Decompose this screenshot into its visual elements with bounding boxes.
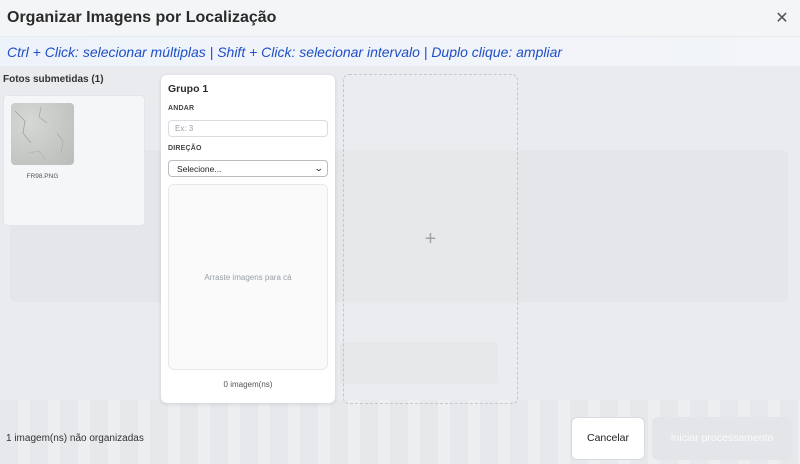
modal-footer: 1 imagem(ns) não organizadas Cancelar In… bbox=[0, 412, 800, 464]
unorganized-status: 1 imagem(ns) não organizadas bbox=[6, 432, 144, 444]
floor-label: ANDAR bbox=[168, 105, 195, 112]
group-image-count: 0 imagem(ns) bbox=[223, 380, 273, 389]
chevron-down-icon: ⌄ bbox=[314, 163, 325, 173]
modal-content: Fotos submetidas (1) FR98.PNG Grupo 1 AN… bbox=[0, 66, 800, 464]
group-title: Grupo 1 bbox=[168, 83, 209, 95]
cancel-button[interactable]: Cancelar bbox=[571, 416, 645, 460]
image-dropzone[interactable]: Arraste imagens para cá bbox=[168, 184, 328, 370]
photo-filename: FR98.PNG bbox=[26, 173, 59, 180]
photo-thumbnail[interactable] bbox=[11, 103, 74, 165]
start-processing-button[interactable]: Iniciar processamento bbox=[652, 416, 792, 460]
photo-thumbnail-image bbox=[14, 106, 64, 160]
direction-select[interactable]: Selecione... ⌄ bbox=[168, 160, 328, 177]
dropzone-text: Arraste imagens para cá bbox=[204, 272, 292, 282]
footer-buttons: Cancelar Iniciar processamento bbox=[571, 416, 792, 460]
organize-images-modal: Organizar Imagens por Localização ✕ Ctrl… bbox=[0, 0, 800, 464]
plus-icon: + bbox=[424, 227, 437, 250]
direction-selected-value: Selecione... bbox=[177, 163, 222, 174]
direction-label: DIREÇÃO bbox=[168, 145, 202, 152]
group-card: Grupo 1 ANDAR DIREÇÃO Selecione... ⌄ Arr… bbox=[161, 75, 335, 403]
modal-title: Organizar Imagens por Localização bbox=[7, 9, 277, 26]
modal-header: Organizar Imagens por Localização ✕ bbox=[0, 0, 800, 36]
submitted-photos-panel: FR98.PNG bbox=[3, 95, 145, 226]
hint-text: Ctrl + Click: selecionar múltiplas | Shi… bbox=[7, 43, 563, 60]
submitted-photos-title: Fotos submetidas (1) bbox=[3, 74, 104, 85]
close-button[interactable]: ✕ bbox=[772, 8, 792, 28]
hint-bar: Ctrl + Click: selecionar múltiplas | Shi… bbox=[0, 36, 800, 66]
close-icon: ✕ bbox=[775, 10, 789, 27]
floor-input[interactable] bbox=[168, 120, 328, 137]
add-group-button[interactable]: + bbox=[343, 74, 518, 404]
